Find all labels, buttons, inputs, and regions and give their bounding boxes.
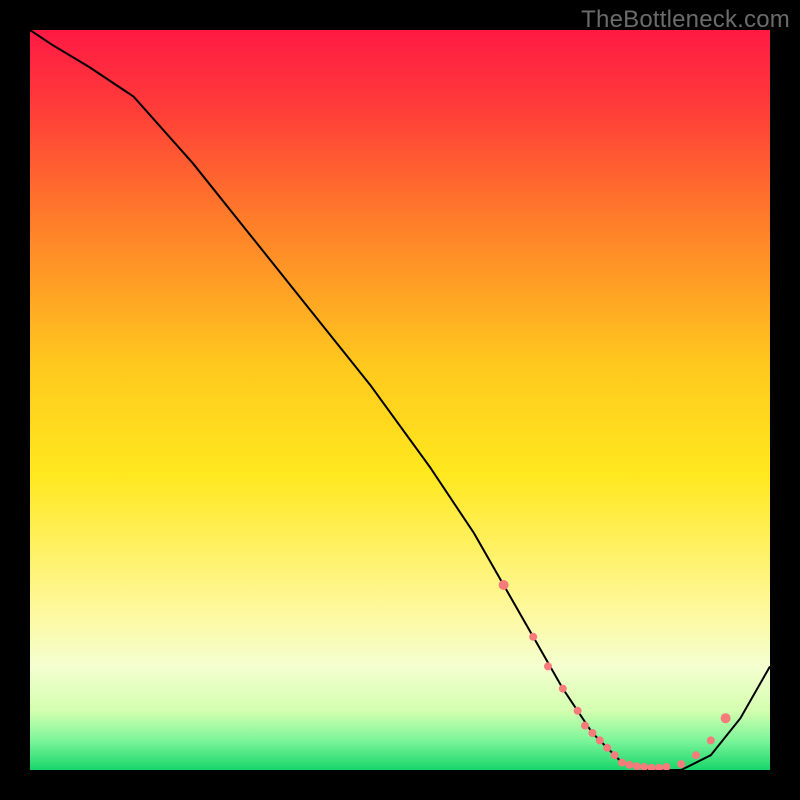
highlight-dot	[692, 751, 700, 759]
watermark-label: TheBottleneck.com	[581, 6, 790, 34]
highlight-dot	[625, 761, 633, 769]
stage: TheBottleneck.com	[0, 0, 800, 800]
highlight-dot	[596, 736, 604, 744]
plot-area	[30, 30, 770, 770]
highlight-dot	[707, 736, 715, 744]
highlight-dot	[588, 729, 596, 737]
highlight-dot	[611, 751, 619, 759]
highlight-dot	[529, 633, 537, 641]
highlight-dot	[633, 762, 641, 770]
highlight-dot	[677, 760, 685, 768]
highlight-dot	[721, 713, 731, 723]
chart-svg	[30, 30, 770, 770]
gradient-background	[30, 30, 770, 770]
highlight-dot	[544, 662, 552, 670]
highlight-dot	[559, 685, 567, 693]
highlight-dot	[581, 722, 589, 730]
highlight-dot	[499, 580, 509, 590]
highlight-dot	[618, 759, 626, 767]
highlight-dot	[603, 744, 611, 752]
highlight-dot	[574, 707, 582, 715]
